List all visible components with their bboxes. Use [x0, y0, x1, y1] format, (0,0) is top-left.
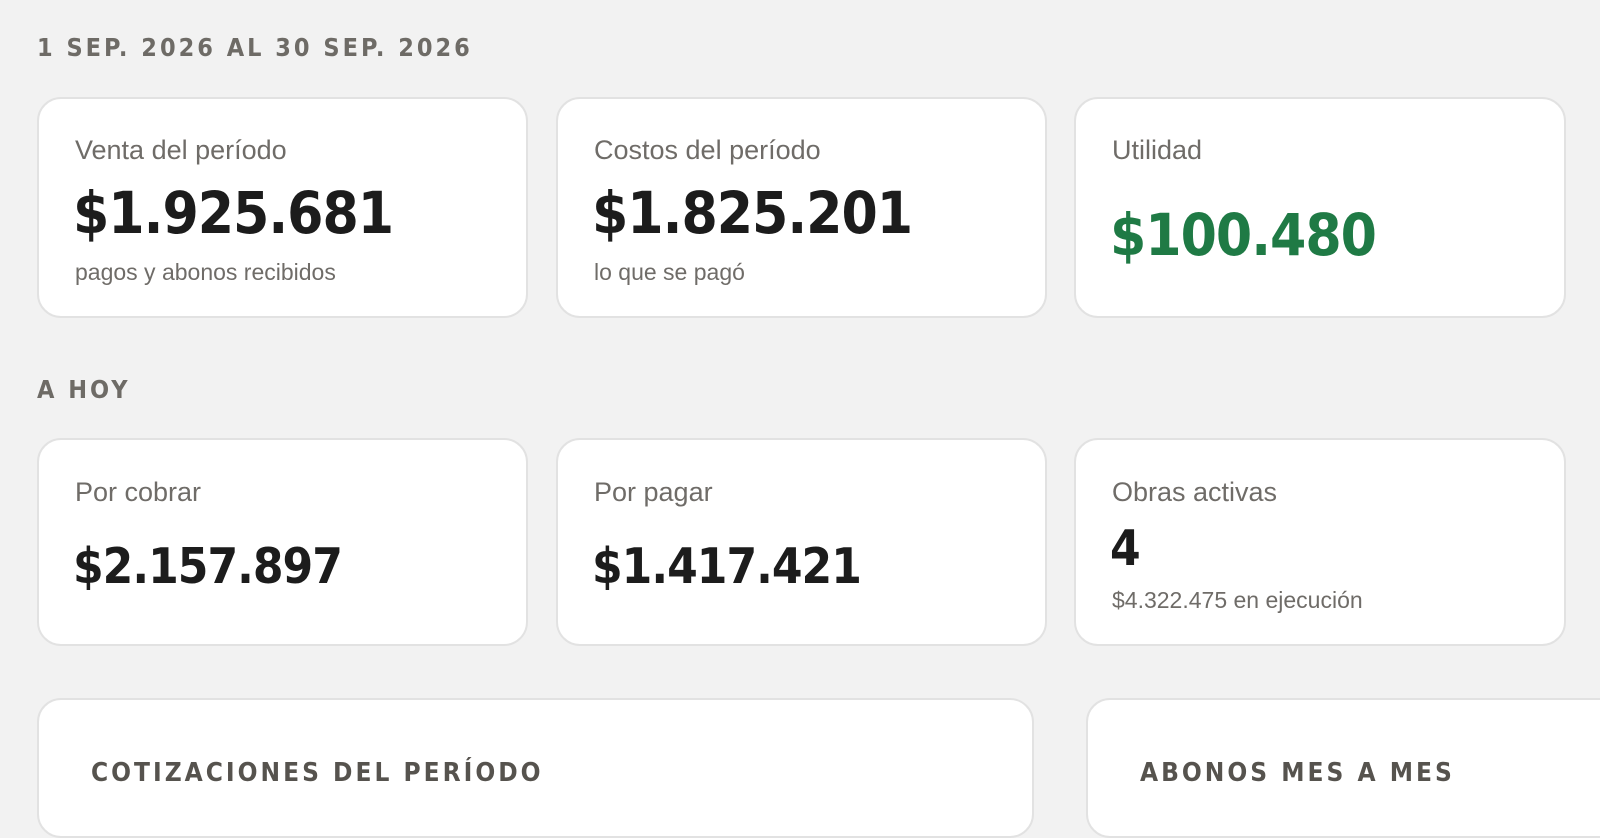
active-works-label: Obras activas [1112, 477, 1278, 507]
profit-label: Utilidad [1112, 135, 1203, 165]
payments-panel-title: ABONOS MES A MES [1140, 758, 1455, 788]
active-works-value: 4 [1110, 520, 1141, 577]
costs-card: Costos del período $1.825.201 lo que se … [556, 97, 1047, 318]
today-label: A HOY [37, 375, 131, 404]
receivables-value: $2.157.897 [73, 538, 343, 595]
payables-value: $1.417.421 [592, 538, 862, 595]
profit-card: Utilidad $100.480 [1074, 97, 1566, 318]
costs-label: Costos del período [594, 135, 821, 165]
profit-value: $100.480 [1110, 201, 1377, 269]
sales-value: $1.925.681 [73, 179, 394, 247]
receivables-label: Por cobrar [75, 477, 202, 507]
costs-subtext: lo que se pagó [594, 259, 745, 285]
quotes-panel: COTIZACIONES DEL PERÍODO [37, 698, 1034, 838]
period-range-label: 1 SEP. 2026 AL 30 SEP. 2026 [37, 33, 473, 62]
receivables-card: Por cobrar $2.157.897 [37, 438, 528, 646]
sales-subtext: pagos y abonos recibidos [75, 259, 336, 285]
sales-label: Venta del período [75, 135, 287, 165]
active-works-card: Obras activas 4 $4.322.475 en ejecución [1074, 438, 1566, 646]
payments-panel: ABONOS MES A MES [1086, 698, 1600, 838]
payables-label: Por pagar [594, 477, 713, 507]
payables-card: Por pagar $1.417.421 [556, 438, 1047, 646]
sales-card: Venta del período $1.925.681 pagos y abo… [37, 97, 528, 318]
costs-value: $1.825.201 [592, 179, 913, 247]
quotes-panel-title: COTIZACIONES DEL PERÍODO [91, 758, 544, 788]
active-works-subtext: $4.322.475 en ejecución [1112, 587, 1363, 613]
